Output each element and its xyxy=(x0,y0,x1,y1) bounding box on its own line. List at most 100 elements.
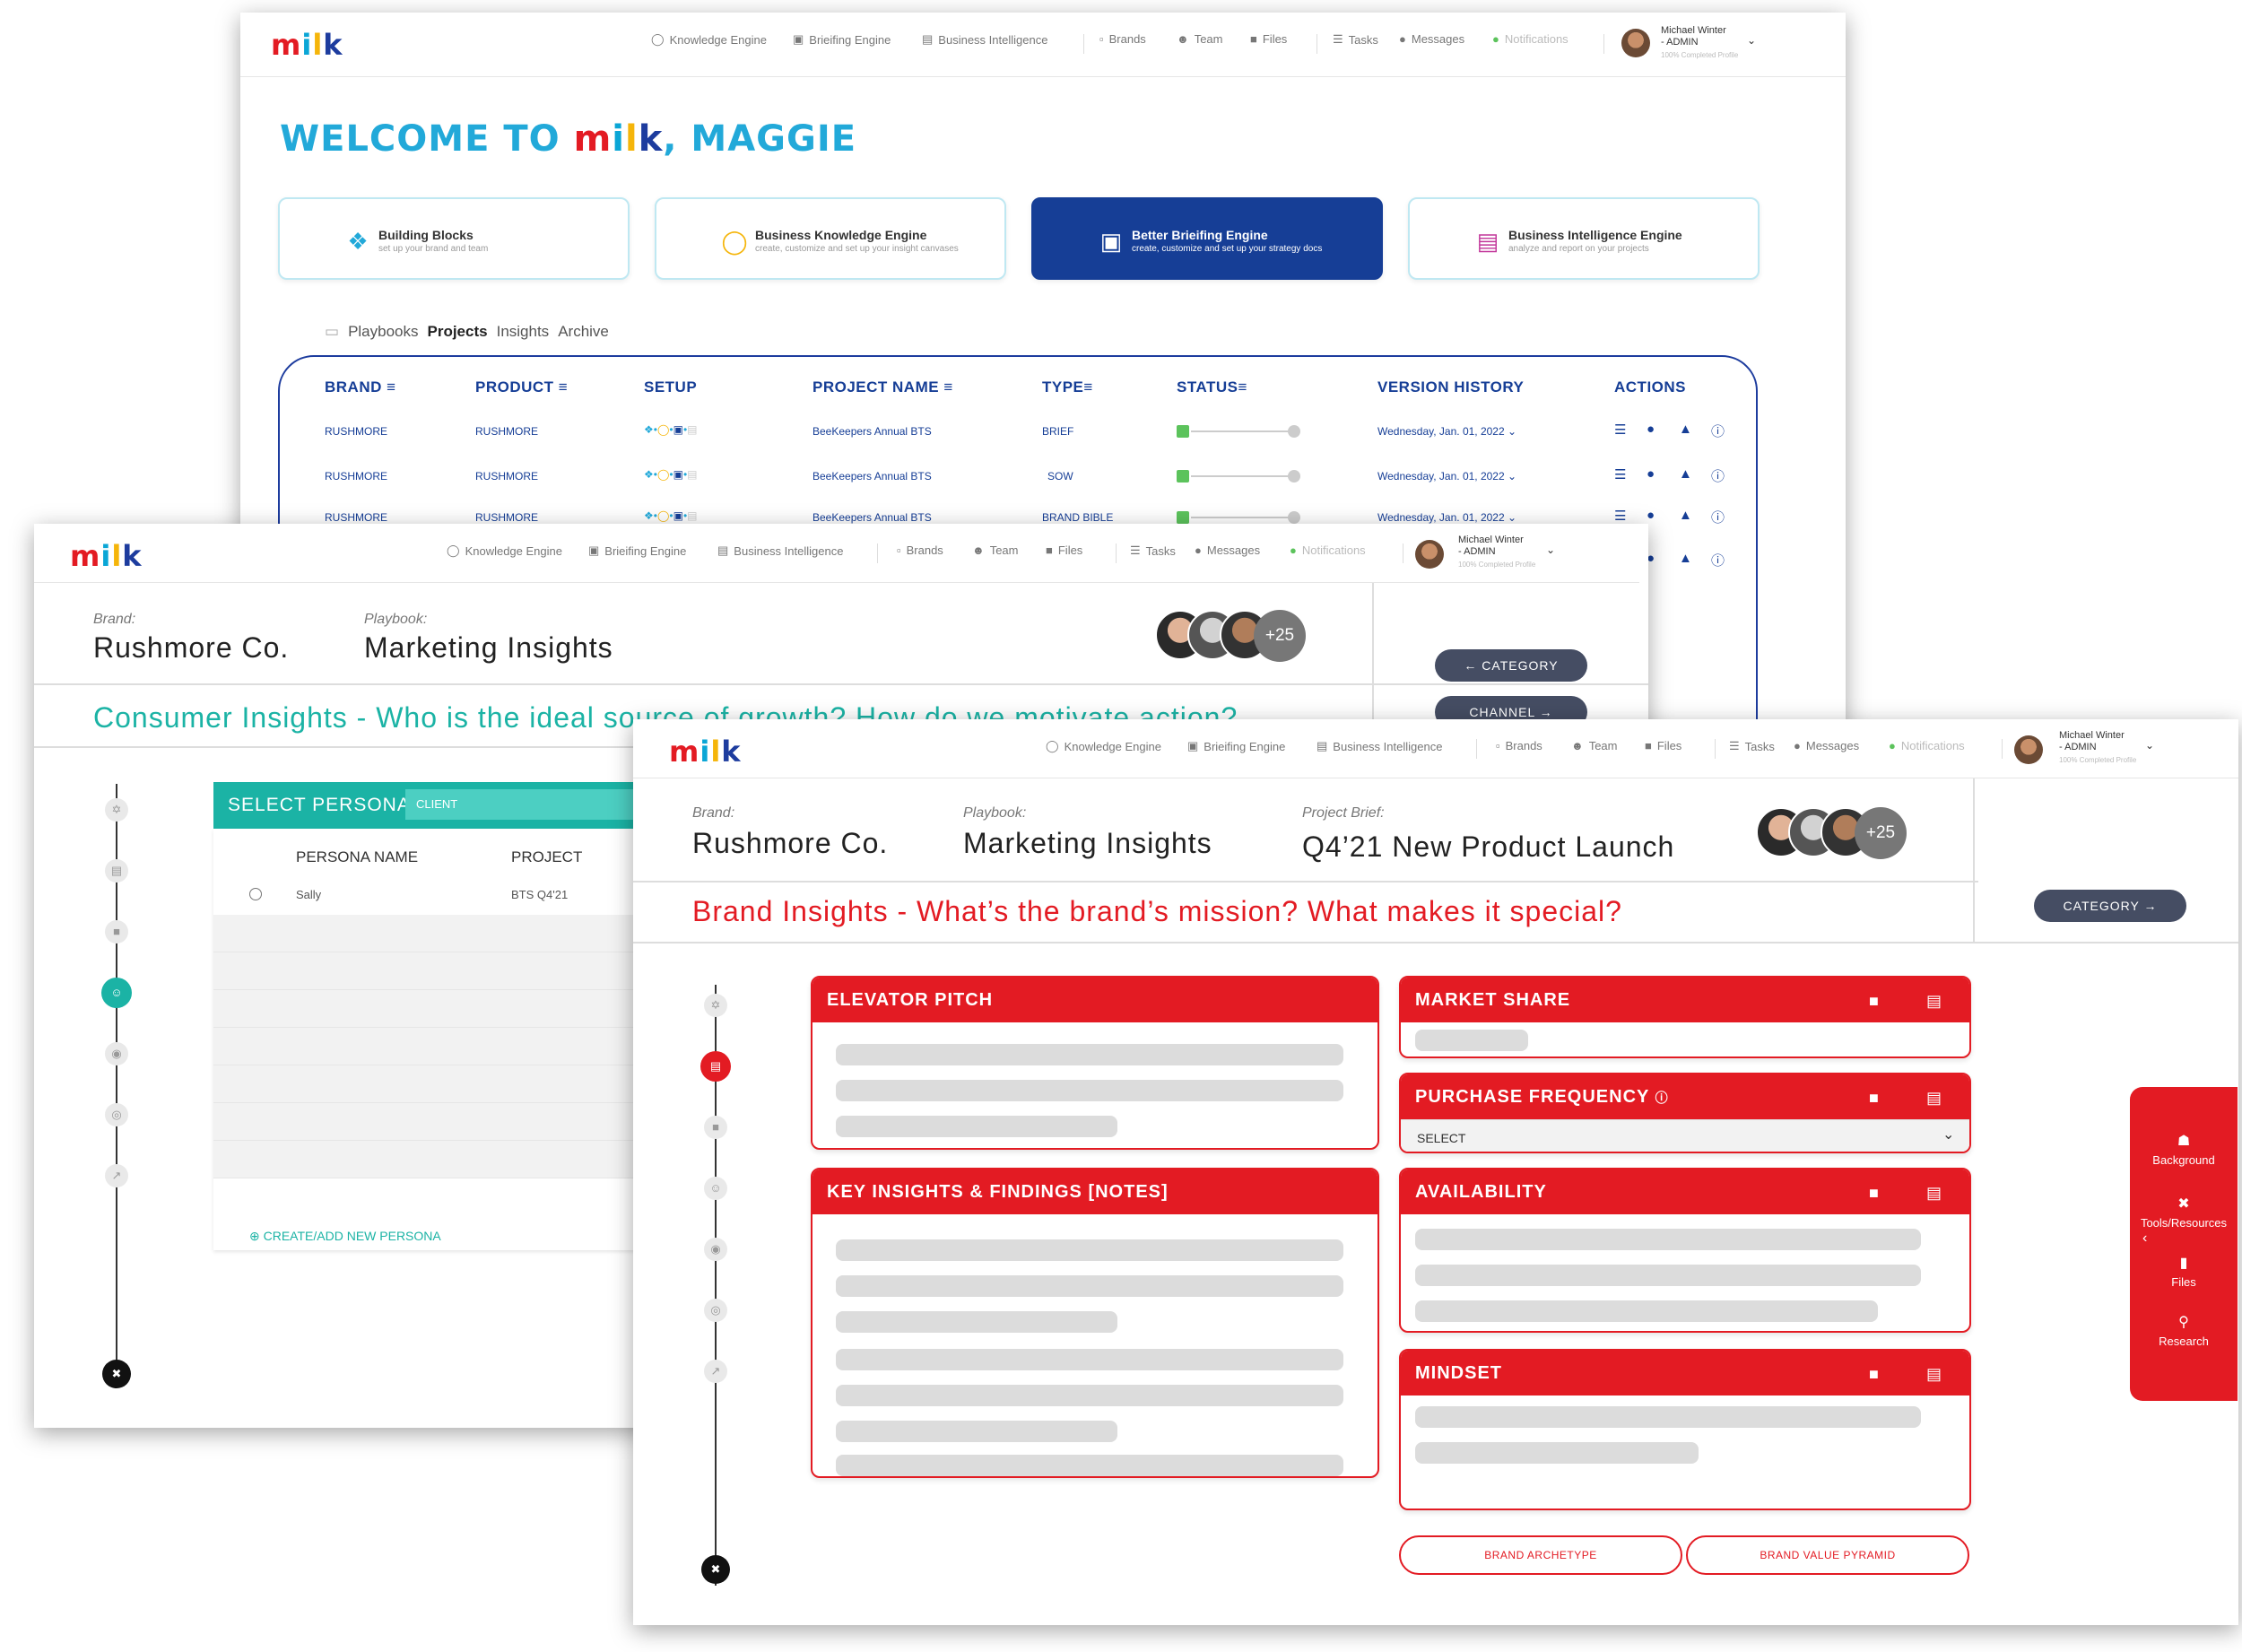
placeholder-line[interactable] xyxy=(836,1116,1117,1137)
card-bi-engine[interactable]: ▤ Business Intelligence Engine analyze a… xyxy=(1408,197,1760,280)
folder-icon[interactable]: ■ xyxy=(1869,992,1879,1011)
step-target-icon[interactable]: ◉ xyxy=(704,1238,727,1261)
list-icon[interactable]: ☰ xyxy=(1614,466,1626,483)
user-avatar[interactable] xyxy=(1621,29,1650,57)
milk-logo[interactable]: milk xyxy=(669,737,742,766)
nav-notifications[interactable]: ● Notifications xyxy=(1492,32,1569,46)
placeholder-line[interactable] xyxy=(836,1349,1343,1370)
info-icon[interactable]: ⓘ xyxy=(1711,508,1725,526)
folder-icon[interactable]: ■ xyxy=(1869,1089,1879,1108)
comment-icon[interactable]: ▤ xyxy=(1926,1365,1942,1384)
market-share-input[interactable] xyxy=(1415,1030,1528,1051)
chat-icon[interactable]: ● xyxy=(1647,466,1655,482)
nav-brands[interactable]: ▫ Brands xyxy=(897,543,943,557)
cell-version[interactable]: Wednesday, Jan. 01, 2022 ⌄ xyxy=(1377,470,1516,483)
nav-notifications[interactable]: ● Notifications xyxy=(1889,739,1965,752)
cell-version[interactable]: Wednesday, Jan. 01, 2022 ⌄ xyxy=(1377,511,1516,524)
more-collaborators-badge[interactable]: +25 xyxy=(1855,807,1907,859)
side-files[interactable]: ▮ Files xyxy=(2130,1254,2238,1289)
nav-files[interactable]: ■ Files xyxy=(1250,32,1287,46)
persona-radio[interactable] xyxy=(249,888,262,900)
list-icon[interactable]: ☰ xyxy=(1614,508,1626,524)
step-target-icon[interactable]: ◉ xyxy=(105,1042,128,1065)
filter-icon[interactable]: ≡ xyxy=(1083,378,1092,396)
col-status[interactable]: STATUS≡ xyxy=(1177,378,1247,396)
bell-icon[interactable]: ▲ xyxy=(1679,466,1692,482)
nav-team[interactable]: ☻ Team xyxy=(1571,739,1617,752)
nav-tasks[interactable]: ☰ Tasks xyxy=(1729,739,1775,753)
nav-briefing-engine[interactable]: ▣ Brieifing Engine xyxy=(588,543,686,558)
nav-messages[interactable]: ● Messages xyxy=(1399,32,1464,46)
step-globe-icon[interactable]: ◎ xyxy=(105,1103,128,1126)
cell-project-name[interactable]: BeeKeepers Annual BTS xyxy=(813,470,932,483)
chevron-down-icon[interactable]: ⌄ xyxy=(1747,34,1756,47)
side-tools-resources[interactable]: ✖ Tools/Resources xyxy=(2130,1195,2238,1230)
step-chart-icon[interactable]: ▤ xyxy=(700,1051,731,1082)
category-button[interactable]: ← CATEGORY xyxy=(1435,649,1587,682)
tab-archive[interactable]: Archive xyxy=(558,323,609,341)
bell-icon[interactable]: ▲ xyxy=(1679,551,1692,566)
placeholder-line[interactable] xyxy=(836,1421,1117,1442)
info-icon[interactable]: ⓘ xyxy=(1711,551,1725,570)
chevron-down-icon[interactable]: ⌄ xyxy=(1546,543,1555,556)
folder-icon[interactable]: ■ xyxy=(1869,1184,1879,1203)
cell-project-name[interactable]: BeeKeepers Annual BTS xyxy=(813,425,932,438)
nav-knowledge-engine[interactable]: ◯ Knowledge Engine xyxy=(447,543,562,558)
placeholder-line[interactable] xyxy=(1415,1406,1921,1428)
nav-files[interactable]: ■ Files xyxy=(1645,739,1682,752)
nav-knowledge-engine[interactable]: ◯ Knowledge Engine xyxy=(651,32,767,47)
nav-business-intelligence[interactable]: ▤ Business Intelligence xyxy=(717,543,843,558)
filter-icon[interactable]: ≡ xyxy=(559,378,568,396)
brand-value-pyramid-button[interactable]: BRAND VALUE PYRAMID xyxy=(1686,1535,1969,1575)
step-briefcase-icon[interactable]: ■ xyxy=(105,920,128,943)
nav-files[interactable]: ■ Files xyxy=(1046,543,1082,557)
info-icon[interactable]: ⓘ xyxy=(1655,1091,1669,1105)
milk-logo[interactable]: milk xyxy=(70,542,143,570)
card-building-blocks[interactable]: ❖ Building Blocks set up your brand and … xyxy=(278,197,630,280)
side-background[interactable]: ☗ Background xyxy=(2130,1132,2238,1167)
step-chart-icon[interactable]: ▤ xyxy=(105,859,128,883)
nav-briefing-engine[interactable]: ▣ Brieifing Engine xyxy=(793,32,891,47)
tab-playbooks[interactable]: Playbooks xyxy=(348,323,418,341)
placeholder-line[interactable] xyxy=(1415,1265,1921,1286)
info-icon[interactable]: ⓘ xyxy=(1711,422,1725,440)
comment-icon[interactable]: ▤ xyxy=(1926,992,1942,1011)
step-briefcase-icon[interactable]: ■ xyxy=(704,1116,727,1139)
nav-messages[interactable]: ● Messages xyxy=(1195,543,1260,557)
step-trend-icon[interactable]: ↗ xyxy=(704,1360,727,1383)
step-compass-icon[interactable]: ✡ xyxy=(704,994,727,1017)
nav-knowledge-engine[interactable]: ◯ Knowledge Engine xyxy=(1046,739,1161,753)
placeholder-line[interactable] xyxy=(836,1275,1343,1297)
nav-brands[interactable]: ▫ Brands xyxy=(1496,739,1542,752)
filter-icon[interactable]: ≡ xyxy=(943,378,952,396)
comment-icon[interactable]: ▤ xyxy=(1926,1089,1942,1108)
placeholder-line[interactable] xyxy=(836,1044,1343,1065)
nav-business-intelligence[interactable]: ▤ Business Intelligence xyxy=(1317,739,1442,753)
nav-team[interactable]: ☻ Team xyxy=(972,543,1018,557)
category-button[interactable]: CATEGORY → xyxy=(2034,890,2186,922)
cell-version[interactable]: Wednesday, Jan. 01, 2022 ⌄ xyxy=(1377,425,1516,438)
create-persona-link[interactable]: ⊕ CREATE/ADD NEW PERSONA xyxy=(249,1229,441,1244)
nav-briefing-engine[interactable]: ▣ Brieifing Engine xyxy=(1187,739,1285,753)
chat-icon[interactable]: ● xyxy=(1647,508,1655,523)
placeholder-line[interactable] xyxy=(836,1385,1343,1406)
user-avatar[interactable] xyxy=(2014,735,2043,764)
placeholder-line[interactable] xyxy=(836,1080,1343,1101)
step-compass-icon[interactable]: ✡ xyxy=(105,798,128,822)
tab-projects[interactable]: Projects xyxy=(428,323,488,341)
placeholder-line[interactable] xyxy=(836,1455,1343,1476)
col-brand[interactable]: BRAND ≡ xyxy=(325,378,396,396)
nav-messages[interactable]: ● Messages xyxy=(1794,739,1859,752)
more-collaborators-badge[interactable]: +25 xyxy=(1254,610,1306,662)
col-project-name[interactable]: PROJECT NAME ≡ xyxy=(813,378,953,396)
filter-icon[interactable]: ≡ xyxy=(1238,378,1247,396)
list-icon[interactable]: ☰ xyxy=(1614,422,1626,438)
info-icon[interactable]: ⓘ xyxy=(1711,466,1725,485)
placeholder-line[interactable] xyxy=(836,1239,1343,1261)
step-persona-icon[interactable]: ☺ xyxy=(704,1177,727,1200)
placeholder-line[interactable] xyxy=(1415,1300,1878,1322)
step-globe-icon[interactable]: ◎ xyxy=(704,1299,727,1322)
nav-business-intelligence[interactable]: ▤ Business Intelligence xyxy=(922,32,1047,47)
side-research[interactable]: ⚲ Research xyxy=(2130,1313,2238,1348)
purchase-frequency-select[interactable]: SELECT ⌄ xyxy=(1401,1119,1969,1152)
